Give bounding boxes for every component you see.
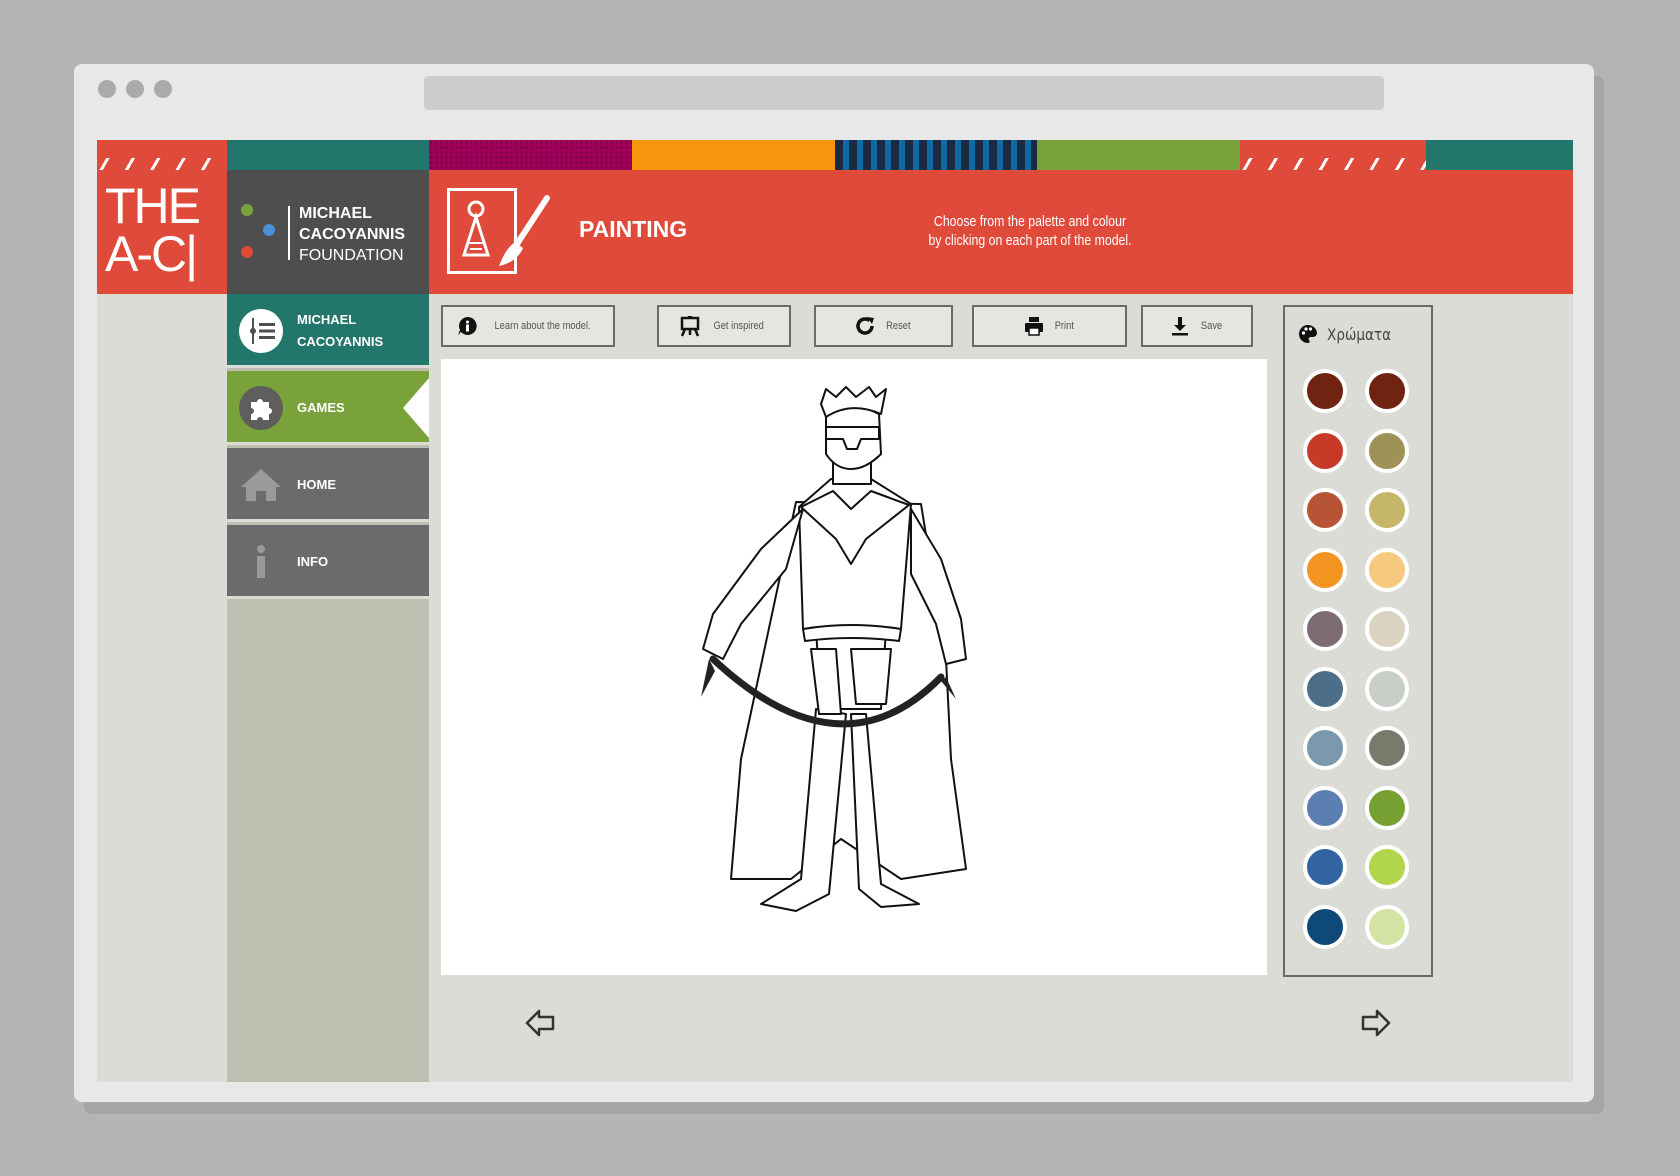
window-dot[interactable]	[98, 80, 116, 98]
stripe-orange	[632, 140, 835, 170]
color-swatch[interactable]	[1365, 904, 1409, 949]
green-dot-icon	[241, 204, 253, 216]
palette-header: Χρώματα	[1297, 323, 1402, 345]
sidebar-item-michael-cacoyannis[interactable]: MICHAEL CACOYANNIS	[227, 294, 429, 368]
color-swatch[interactable]	[1365, 845, 1409, 889]
color-palette: Χρώματα	[1283, 305, 1433, 977]
instruction-line: Choose from the palette and colour	[933, 213, 1127, 230]
color-swatch[interactable]	[1303, 547, 1347, 592]
list-icon	[239, 309, 283, 353]
window-dot[interactable]	[126, 80, 144, 98]
color-swatch[interactable]	[1303, 845, 1347, 889]
button-label: Get inspired	[713, 320, 765, 332]
reset-icon	[856, 317, 875, 335]
color-swatch[interactable]	[1365, 488, 1409, 532]
color-swatch[interactable]	[1365, 547, 1409, 592]
color-swatch[interactable]	[1303, 607, 1347, 651]
color-swatch[interactable]	[1365, 785, 1409, 830]
logo-text-line2: A-C|	[105, 226, 198, 282]
sidebar-item-games[interactable]: GAMES	[227, 371, 429, 445]
palette-icon	[1299, 325, 1317, 343]
foundation-line: CACOYANNIS	[299, 226, 406, 243]
get-inspired-button[interactable]: Get inspired	[657, 305, 791, 347]
foundation-line: MICHAEL	[299, 205, 372, 222]
stripe-teal	[227, 140, 429, 170]
download-icon	[1172, 317, 1189, 336]
previous-arrow-icon[interactable]	[523, 1006, 557, 1040]
stripe-hatch-red-2	[1240, 140, 1426, 170]
address-bar[interactable]	[424, 76, 1384, 110]
browser-window: THE A-C| MICHAEL CACOYANNIS FOUNDATION P…	[74, 64, 1594, 1102]
color-swatch[interactable]	[1303, 904, 1347, 949]
foundation-logo[interactable]: MICHAEL CACOYANNIS FOUNDATION	[227, 170, 429, 294]
button-label: Save	[1201, 320, 1223, 332]
stripe-magenta	[429, 140, 632, 170]
model-part-belt[interactable]	[802, 624, 902, 642]
print-icon	[1025, 317, 1044, 336]
red-dot-icon	[241, 246, 253, 258]
color-swatch[interactable]	[1303, 726, 1347, 770]
sidebar: MICHAEL CACOYANNIS GAMES HOME INFO	[227, 294, 429, 1082]
color-swatch[interactable]	[1303, 428, 1347, 473]
nav-label: GAMES	[297, 400, 345, 415]
page-header: PAINTING Choose from the palette and col…	[429, 170, 1573, 294]
foundation-name: MICHAEL CACOYANNIS FOUNDATION	[299, 203, 405, 266]
nav-label: INFO	[297, 554, 329, 569]
sidebar-item-info[interactable]: INFO	[227, 525, 429, 599]
divider-bar	[288, 206, 290, 260]
color-swatch[interactable]	[1365, 666, 1409, 711]
color-swatch[interactable]	[1303, 666, 1347, 711]
color-swatch[interactable]	[1303, 369, 1347, 413]
print-button[interactable]: Print	[972, 305, 1127, 347]
color-swatch[interactable]	[1303, 785, 1347, 830]
button-label: Learn about the model.	[494, 320, 592, 332]
foundation-line: FOUNDATION	[299, 247, 404, 264]
save-button[interactable]: Save	[1141, 305, 1253, 347]
button-label: Print	[1054, 320, 1075, 332]
nav-label: HOME	[297, 477, 336, 492]
instruction-line: by clicking on each part of the model.	[928, 232, 1132, 249]
reset-button[interactable]: Reset	[814, 305, 953, 347]
easel-icon	[681, 316, 700, 337]
stripe-navy	[835, 140, 1037, 170]
coloring-model	[701, 386, 967, 912]
learn-about-model-button[interactable]: Learn about the model.	[441, 305, 615, 347]
window-controls	[98, 80, 172, 98]
blue-dot-icon	[263, 224, 275, 236]
nav-label: MICHAEL CACOYANNIS	[297, 309, 383, 353]
window-dot[interactable]	[154, 80, 172, 98]
instructions-text: Choose from the palette and colour by cl…	[926, 212, 1134, 250]
logo-text-line1: THE	[105, 178, 201, 234]
color-swatch[interactable]	[1303, 488, 1347, 532]
home-icon	[239, 463, 283, 507]
puzzle-icon	[239, 386, 283, 430]
color-swatch[interactable]	[1365, 607, 1409, 651]
website: THE A-C| MICHAEL CACOYANNIS FOUNDATION P…	[97, 140, 1573, 1082]
sidebar-item-home[interactable]: HOME	[227, 448, 429, 522]
active-indicator	[403, 378, 429, 438]
aci-logo[interactable]: THE A-C|	[97, 170, 227, 294]
page-title: PAINTING	[579, 216, 688, 242]
info-icon	[239, 540, 283, 584]
nav-label-line: MICHAEL	[297, 312, 357, 327]
color-swatch[interactable]	[1365, 726, 1409, 770]
button-label: Reset	[886, 320, 911, 332]
info-bubble-icon	[458, 316, 478, 335]
coloring-canvas[interactable]	[441, 359, 1267, 975]
brush-icon	[499, 195, 550, 266]
nav-label-line: CACOYANNIS	[297, 334, 384, 349]
stripe-green	[1037, 140, 1240, 170]
next-arrow-icon[interactable]	[1359, 1006, 1393, 1040]
stripe-teal-2	[1426, 140, 1573, 170]
color-swatch[interactable]	[1365, 369, 1409, 413]
stripe-hatch-red	[97, 140, 227, 170]
palette-title: Χρώματα	[1327, 324, 1392, 344]
model-part-skirt[interactable]	[850, 648, 892, 705]
color-swatch[interactable]	[1365, 428, 1409, 473]
